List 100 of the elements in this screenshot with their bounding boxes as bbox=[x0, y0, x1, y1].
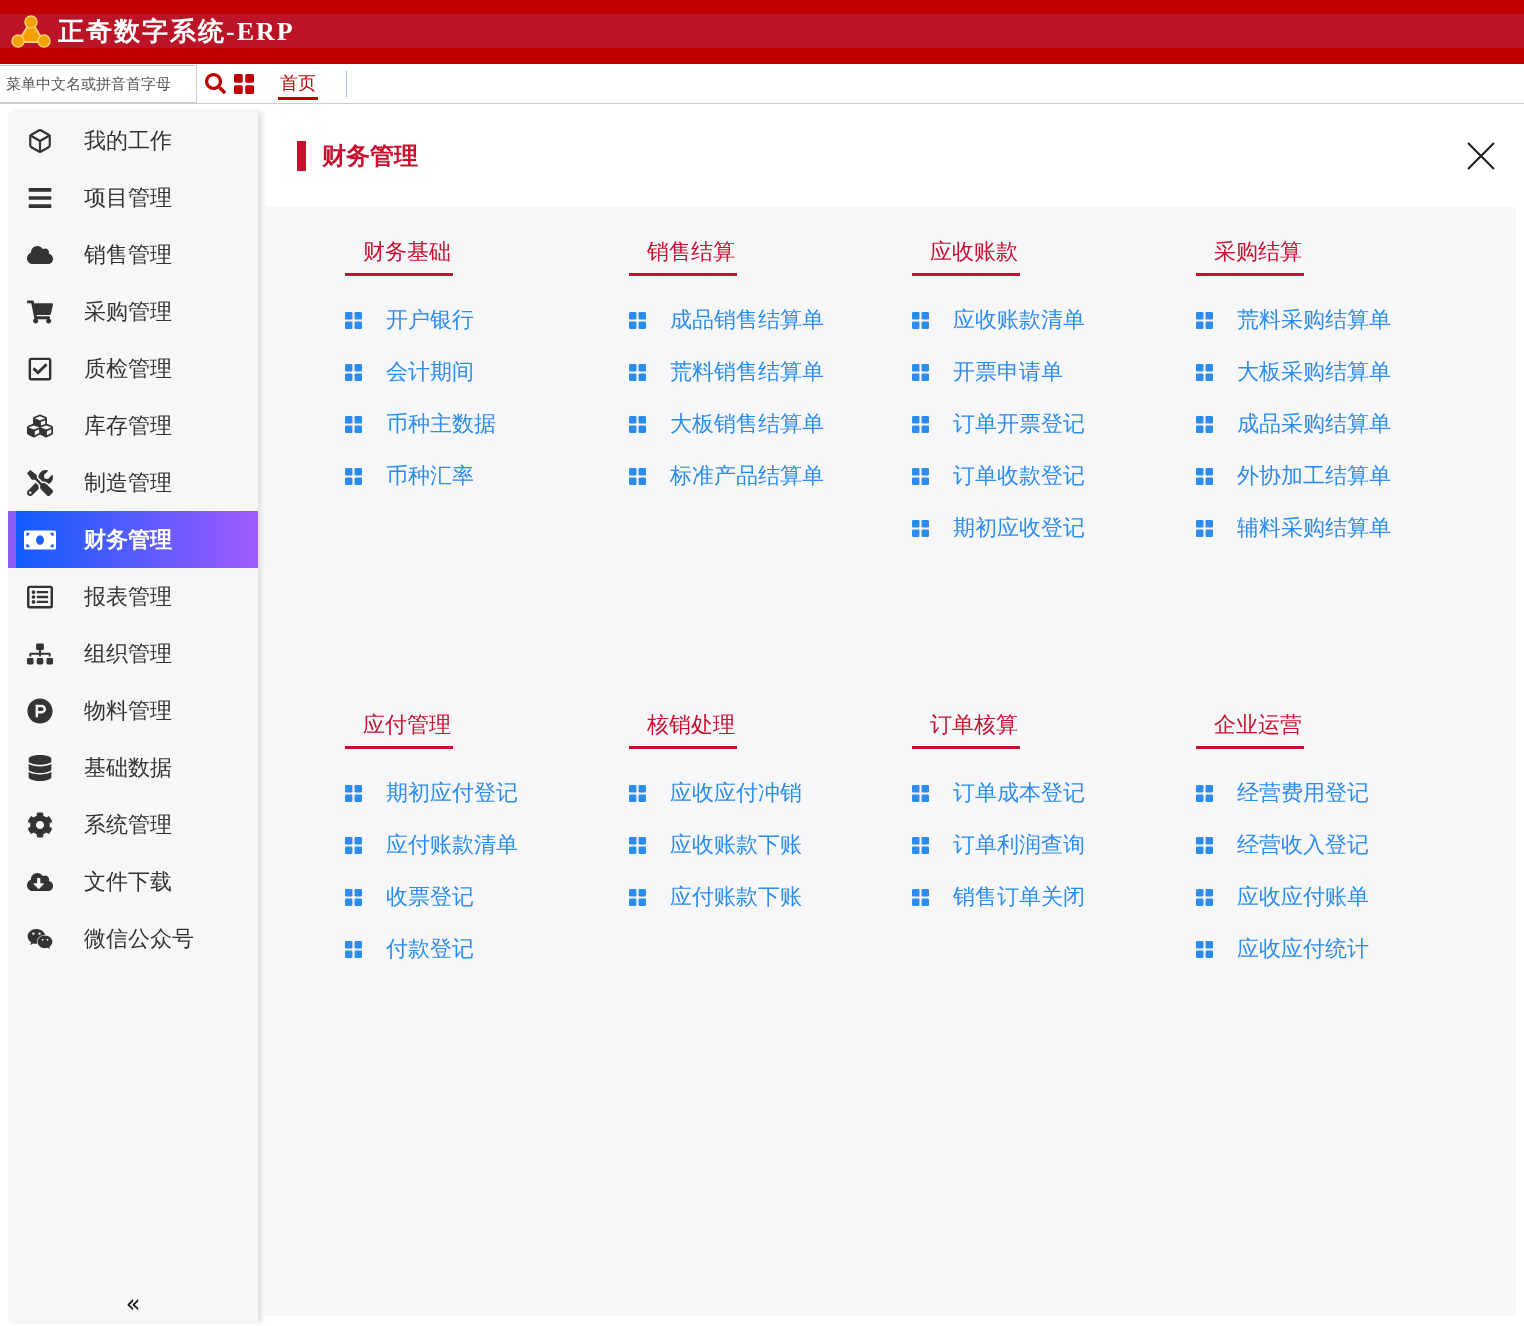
database-icon bbox=[27, 754, 53, 781]
sidebar-item-label: 质检管理 bbox=[84, 354, 172, 383]
grid-icon bbox=[234, 73, 254, 94]
grid-icon bbox=[912, 784, 929, 802]
menu-link[interactable]: 应收应付账单 bbox=[1236, 882, 1369, 912]
menu-link[interactable]: 币种汇率 bbox=[386, 461, 474, 491]
sidebar-item-label: 销售管理 bbox=[84, 240, 172, 269]
sidebar-item[interactable]: 库存管理 bbox=[8, 397, 258, 454]
sidebar-item-label: 项目管理 bbox=[84, 183, 172, 212]
sidebar-item[interactable]: 系统管理 bbox=[8, 796, 258, 853]
menu-link[interactable]: 荒料采购结算单 bbox=[1236, 305, 1391, 335]
sidebar-item[interactable]: 制造管理 bbox=[8, 454, 258, 511]
grid-icon bbox=[912, 888, 929, 906]
menu-link[interactable]: 应收账款清单 bbox=[953, 305, 1085, 335]
sidebar-item[interactable]: 报表管理 bbox=[8, 568, 258, 625]
settings-icon bbox=[27, 811, 53, 838]
menu-link[interactable]: 会计期间 bbox=[386, 357, 474, 387]
menu-link[interactable]: 成品采购结算单 bbox=[1236, 409, 1391, 439]
menu-link[interactable]: 期初应付登记 bbox=[386, 778, 518, 808]
grid-icon bbox=[345, 311, 362, 329]
sidebar-item-label: 我的工作 bbox=[84, 126, 172, 155]
sidebar-item[interactable]: 物料管理 bbox=[8, 682, 258, 739]
menu-link[interactable]: 订单成本登记 bbox=[953, 778, 1085, 808]
sidebar-item-label: 文件下载 bbox=[84, 867, 172, 896]
menu-link[interactable]: 大板采购结算单 bbox=[1236, 357, 1391, 387]
menu-link[interactable]: 经营收入登记 bbox=[1236, 830, 1369, 860]
grid-icon bbox=[628, 415, 646, 433]
grid-icon bbox=[1195, 415, 1213, 433]
menu-link[interactable]: 标准产品结算单 bbox=[669, 461, 824, 491]
sidebar-item[interactable]: 项目管理 bbox=[8, 169, 258, 226]
search-button[interactable] bbox=[205, 73, 226, 94]
apps-button[interactable] bbox=[234, 73, 254, 94]
sidebar-item[interactable]: 销售管理 bbox=[8, 226, 258, 283]
grid-icon bbox=[912, 415, 929, 433]
sidebar-item-label: 物料管理 bbox=[84, 696, 172, 725]
menu-link[interactable]: 收票登记 bbox=[386, 882, 474, 912]
grid-icon bbox=[345, 888, 362, 906]
tools-icon bbox=[27, 469, 53, 496]
section-heading: 订单核算 bbox=[912, 710, 1020, 749]
grid-icon bbox=[628, 888, 646, 906]
menu-link[interactable]: 订单收款登记 bbox=[953, 461, 1085, 491]
grid-icon bbox=[912, 311, 929, 329]
search-icon bbox=[205, 73, 226, 94]
menu-link[interactable]: 币种主数据 bbox=[386, 409, 496, 439]
section-heading: 企业运营 bbox=[1195, 710, 1304, 749]
menu-link[interactable]: 开户银行 bbox=[386, 305, 474, 335]
grid-icon bbox=[1195, 836, 1213, 854]
grid-icon bbox=[1195, 940, 1213, 958]
sidebar-item[interactable]: 财务管理 bbox=[8, 511, 258, 568]
section-heading: 财务基础 bbox=[345, 237, 453, 276]
menu-link[interactable]: 销售订单关闭 bbox=[953, 882, 1085, 912]
checkbox-icon bbox=[27, 355, 53, 382]
menu-link[interactable]: 期初应收登记 bbox=[953, 513, 1085, 543]
grid-icon bbox=[628, 784, 646, 802]
grid-icon bbox=[345, 940, 362, 958]
logo-icon bbox=[10, 14, 52, 48]
grid-icon bbox=[628, 311, 646, 329]
sidebar-item[interactable]: 基础数据 bbox=[8, 739, 258, 796]
sidebar-item-label: 制造管理 bbox=[84, 468, 172, 497]
sidebar-item[interactable]: 组织管理 bbox=[8, 625, 258, 682]
tab[interactable]: 首页 bbox=[278, 67, 318, 100]
collapse-button[interactable]: « bbox=[121, 1290, 145, 1318]
section-heading: 采购结算 bbox=[1195, 237, 1304, 276]
grid-icon bbox=[628, 836, 646, 854]
menu-link[interactable]: 应付账款下账 bbox=[669, 882, 802, 912]
menu-link[interactable]: 订单利润查询 bbox=[953, 830, 1085, 860]
sidebar-item-label: 报表管理 bbox=[84, 582, 172, 611]
menu-link[interactable]: 成品销售结算单 bbox=[669, 305, 824, 335]
menu-link[interactable]: 辅料采购结算单 bbox=[1236, 513, 1391, 543]
sidebar-item[interactable]: 文件下载 bbox=[8, 853, 258, 910]
menu-link[interactable]: 经营费用登记 bbox=[1236, 778, 1369, 808]
menu-link[interactable]: 付款登记 bbox=[386, 934, 474, 964]
close-icon bbox=[1466, 140, 1496, 171]
grid-icon bbox=[912, 519, 929, 537]
search-field[interactable]: 菜单中文名或拼音首字母 bbox=[0, 64, 197, 103]
sidebar-item-label: 基础数据 bbox=[84, 753, 172, 782]
menu-link[interactable]: 应收应付冲销 bbox=[669, 778, 802, 808]
grid-icon bbox=[1195, 311, 1213, 329]
menu-link[interactable]: 大板销售结算单 bbox=[669, 409, 824, 439]
close-button[interactable] bbox=[1466, 140, 1496, 171]
sidebar-item[interactable]: 质检管理 bbox=[8, 340, 258, 397]
grid-icon bbox=[345, 363, 362, 381]
menu-link[interactable]: 应付账款清单 bbox=[386, 830, 518, 860]
menu-link[interactable]: 开票申请单 bbox=[953, 357, 1063, 387]
menu-link[interactable]: 应收账款下账 bbox=[669, 830, 802, 860]
menu-link[interactable]: 订单开票登记 bbox=[953, 409, 1085, 439]
section-heading: 销售结算 bbox=[628, 237, 737, 276]
section-heading: 应收账款 bbox=[912, 237, 1020, 276]
grid-icon bbox=[345, 467, 362, 485]
grid-icon bbox=[912, 836, 929, 854]
boxes-icon bbox=[27, 412, 53, 439]
sidebar-item[interactable]: 我的工作 bbox=[8, 112, 258, 169]
menu-link[interactable]: 应收应付统计 bbox=[1236, 934, 1369, 964]
sidebar-item-label: 系统管理 bbox=[84, 810, 172, 839]
sidebar-item[interactable]: 微信公众号 bbox=[8, 910, 258, 967]
grid-icon bbox=[628, 363, 646, 381]
menu-link[interactable]: 外协加工结算单 bbox=[1236, 461, 1391, 491]
sidebar-item-label: 组织管理 bbox=[84, 639, 172, 668]
sidebar-item[interactable]: 采购管理 bbox=[8, 283, 258, 340]
menu-link[interactable]: 荒料销售结算单 bbox=[669, 357, 824, 387]
